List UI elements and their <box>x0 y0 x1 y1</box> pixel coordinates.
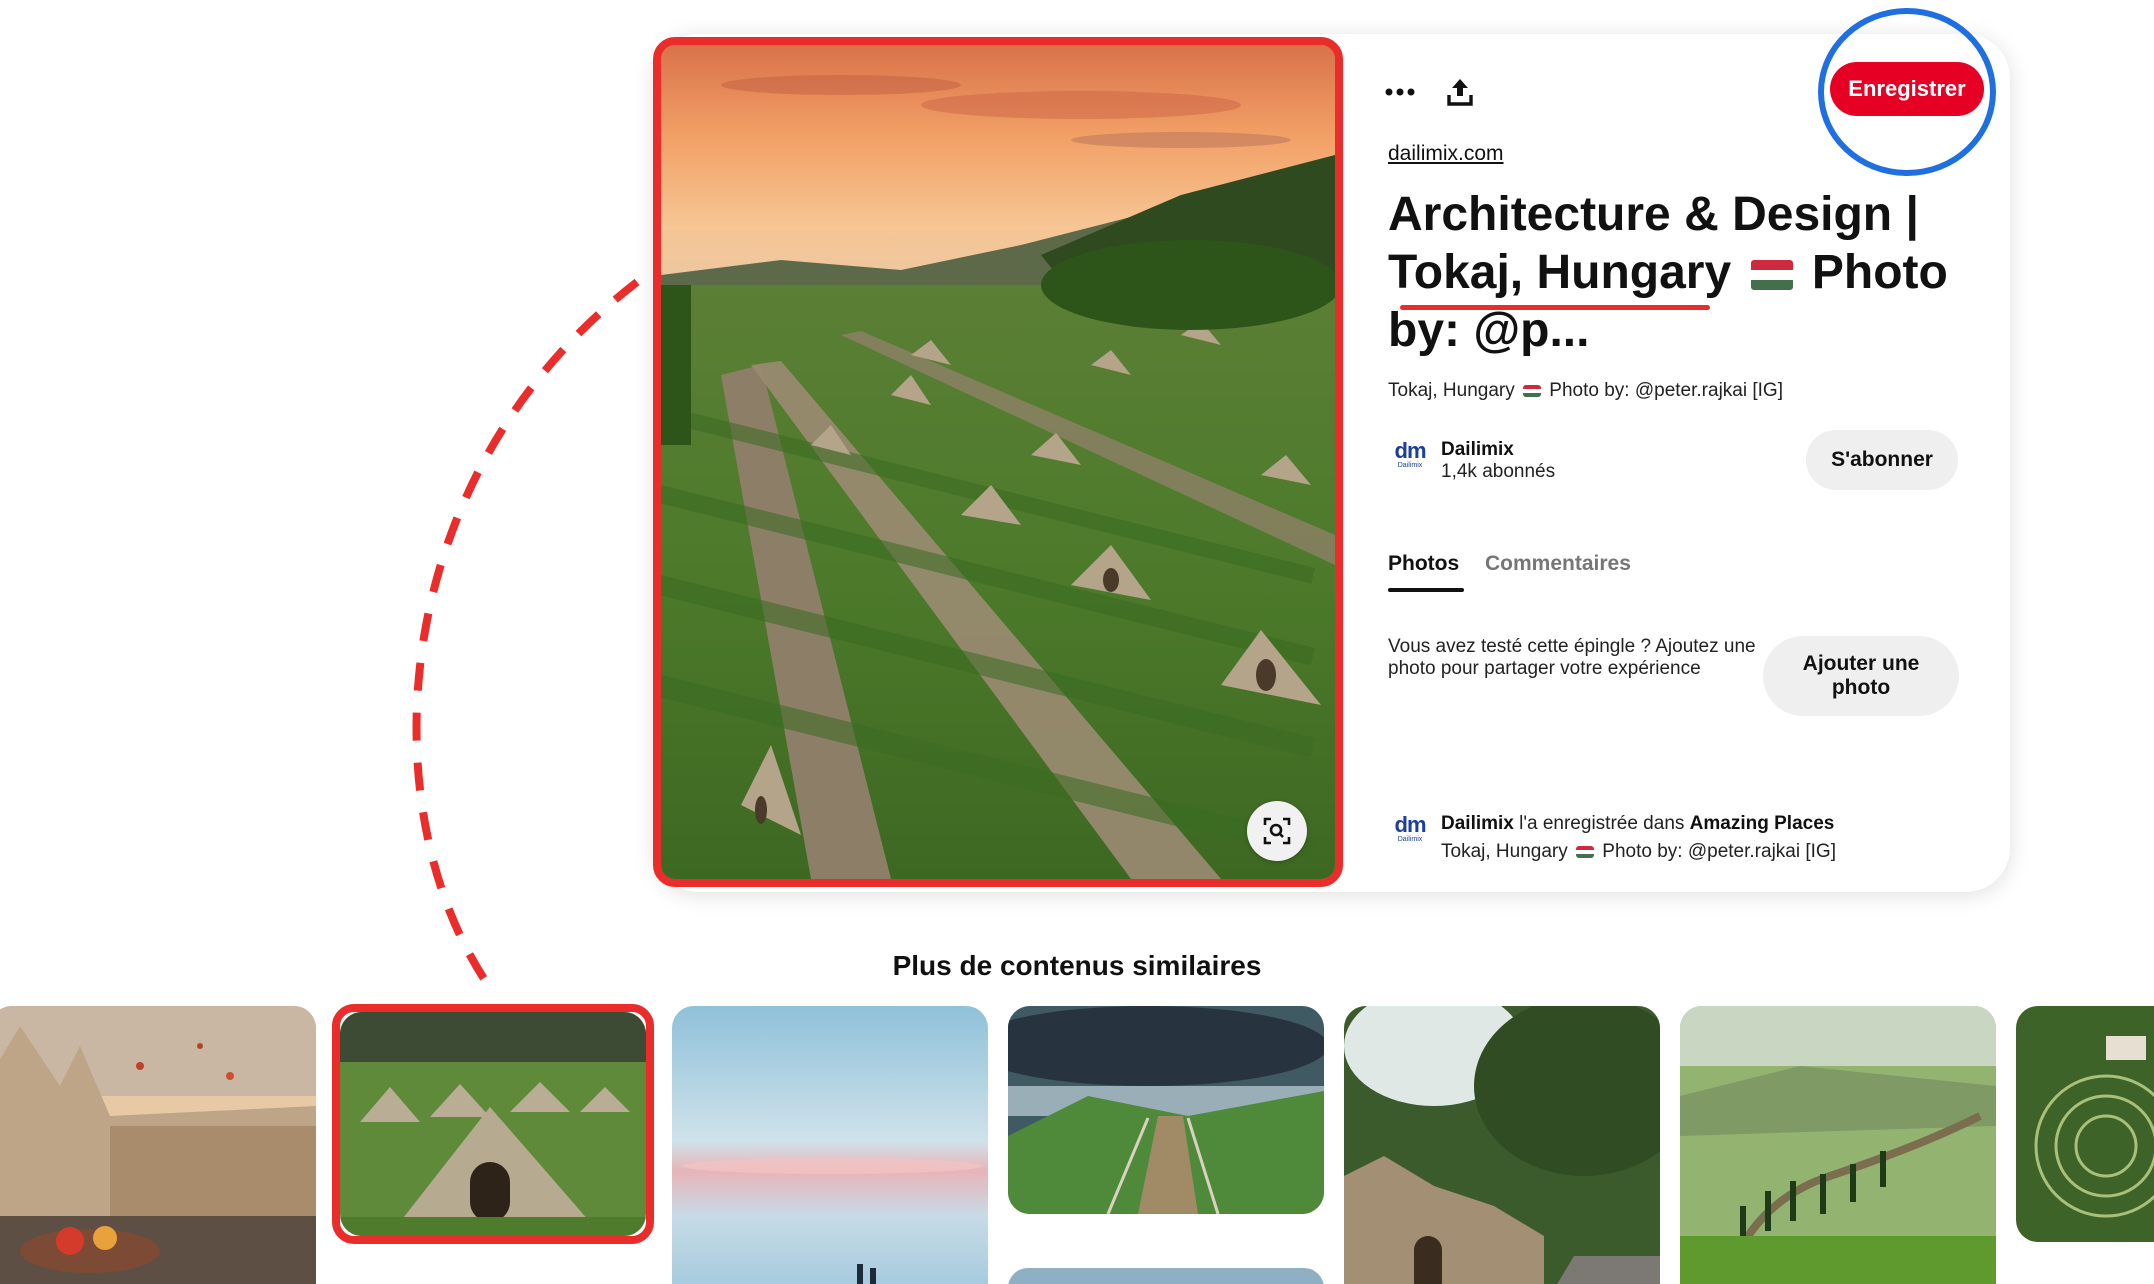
saved-by-middle: l'a enregistrée dans <box>1519 813 1685 834</box>
tab-photos[interactable]: Photos <box>1388 552 1459 576</box>
related-pin-image <box>1008 1268 1324 1284</box>
pin-page: Enregistrer dailimix.com Architecture & … <box>0 0 2154 1284</box>
avatar-logo-mark: dm <box>1394 812 1427 837</box>
creator-name[interactable]: Dailimix <box>1441 439 1514 461</box>
related-pin-partial[interactable] <box>1008 1268 1324 1284</box>
title-line-2: Tokaj, Hungary Photo <box>1388 244 1988 302</box>
visual-search-button[interactable] <box>1247 801 1307 861</box>
more-dots-icon <box>1385 88 1415 96</box>
avatar-logo-sub: Dailimix <box>1397 836 1423 843</box>
title-photo-word: Photo <box>1811 246 1948 299</box>
title-line-1: Architecture & Design | <box>1388 188 1919 241</box>
saved-by-line: Dailimix l'a enregistrée dans Amazing Pl… <box>1441 813 1834 835</box>
creator-avatar[interactable]: dm Dailimix <box>1390 440 1430 474</box>
avatar-logo-sub: Dailimix <box>1397 462 1423 469</box>
more-options-button[interactable] <box>1380 72 1420 112</box>
pin-description: Tokaj, Hungary Photo by: @peter.rajkai [… <box>1388 380 1783 402</box>
pin-title: Architecture & Design | Tokaj, Hungary P… <box>1388 186 1988 360</box>
saved-desc-location: Tokaj, Hungary <box>1441 841 1568 862</box>
related-pin-image <box>1344 1006 1660 1284</box>
tab-comments[interactable]: Commentaires <box>1485 552 1631 576</box>
more-like-this-heading: Plus de contenus similaires <box>892 950 1262 981</box>
title-annotation-underline <box>1400 305 1710 310</box>
share-button[interactable] <box>1440 70 1480 114</box>
title-line-3: by: @p... <box>1388 304 1590 357</box>
save-button-highlight <box>1818 8 1996 176</box>
related-pin-stone-cellar-road[interactable] <box>1344 1006 1660 1284</box>
hungary-flag-icon <box>1576 845 1595 858</box>
related-pin-image <box>1680 1006 1996 1284</box>
related-pin-cappadocia[interactable] <box>0 1006 316 1284</box>
tried-prompt: Vous avez testé cette épingle ? Ajoutez … <box>1388 636 1756 679</box>
saved-desc-credit: Photo by: @peter.rajkai [IG] <box>1602 841 1836 862</box>
related-pin-image <box>672 1006 988 1284</box>
creator-followers: 1,4k abonnés <box>1441 461 1556 482</box>
related-pin-maze[interactable] <box>2016 1006 2154 1242</box>
follow-button[interactable]: S'abonner <box>1806 430 1958 490</box>
related-pin-salt-flat[interactable] <box>672 1006 988 1284</box>
related-pin-image <box>2016 1006 2154 1242</box>
related-pin-image <box>1008 1006 1324 1214</box>
saver-avatar[interactable]: dm Dailimix <box>1390 814 1430 848</box>
saved-board-link[interactable]: Amazing Places <box>1690 813 1835 834</box>
related-pin-mountain-path[interactable] <box>1008 1006 1324 1214</box>
add-photo-button[interactable]: Ajouter une photo <box>1763 636 1959 716</box>
hungary-flag-icon <box>1750 260 1793 291</box>
related-pin-image <box>0 1006 316 1284</box>
hungary-flag-icon <box>1523 384 1542 397</box>
pin-image[interactable] <box>653 37 1343 887</box>
active-tab-indicator <box>1388 588 1464 592</box>
visual-search-icon <box>1263 817 1291 845</box>
share-upload-icon <box>1447 79 1473 106</box>
title-location: Tokaj, Hungary <box>1388 246 1732 299</box>
related-pin-tuscany[interactable] <box>1680 1006 1996 1284</box>
saved-by-user[interactable]: Dailimix <box>1441 813 1514 834</box>
source-link[interactable]: dailimix.com <box>1388 142 1504 166</box>
pin-image-illustration <box>661 45 1335 879</box>
description-credit: Photo by: @peter.rajkai [IG] <box>1549 380 1783 401</box>
description-location: Tokaj, Hungary <box>1388 380 1515 401</box>
related-pin-annotation-box <box>332 1004 654 1244</box>
avatar-logo-mark: dm <box>1394 438 1427 463</box>
saved-description: Tokaj, Hungary Photo by: @peter.rajkai [… <box>1441 841 1836 863</box>
